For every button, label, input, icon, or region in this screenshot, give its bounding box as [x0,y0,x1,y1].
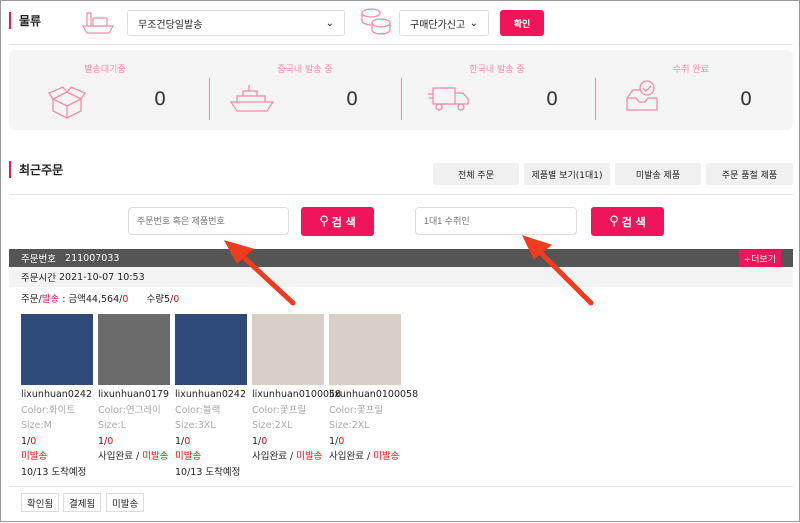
product-status: 미발송 [21,451,48,462]
product-size: Size:3XL [175,420,216,431]
order-time: 주문시간 2021-10-07 10:53 [9,267,793,287]
tab-by-product[interactable]: 제품별 보기(1대1) [524,163,610,185]
coins-icon [361,8,391,35]
product-arrival: 10/13 도착예정 [21,466,87,478]
product-item[interactable]: lixunhuan0100058 Color:꽃프릴 Size:2XL 1/0 … [252,314,342,465]
product-image[interactable] [252,314,324,385]
product-qty: 1/0 [175,435,191,447]
product-size: Size:L [98,420,126,431]
cargo-ship-icon [81,12,115,34]
tab-all-orders[interactable]: 전체 주문 [433,163,519,185]
search-icon: ⚲ [609,214,619,229]
product-color: Color:꽃프릴 [329,404,384,416]
product-image[interactable] [98,314,170,385]
open-box-icon [48,86,86,119]
recipient-search-button[interactable]: ⚲ 검 색 [591,207,664,236]
product-qty: 1/0 [21,435,37,447]
product-sku: lixunhuan0100058 [329,389,419,400]
product-image[interactable] [175,314,247,385]
product-color: Color:블랙 [175,404,221,416]
stat-korea-shipping[interactable]: 한국내 발송 중 0 [401,50,593,130]
stat-waiting[interactable]: 발송대기중 0 [9,50,201,130]
product-status: 사입완료 / 미발송 [98,451,169,462]
product-status: 사입완료 / 미발송 [252,451,323,462]
product-color: Color:연그레이 [98,404,161,416]
received-tray-icon [626,80,658,111]
tag-paid: 결제됨 [63,493,102,512]
product-sku: lixunhuan0242 [175,389,247,400]
product-sku: lixunhuan0242 [21,389,93,400]
stat-china-shipping[interactable]: 중국내 발송 중 0 [209,50,401,130]
product-sku: lixunhuan0100058 [252,389,342,400]
product-item[interactable]: lixunhuan0242 Color:블랙 Size:3XL 1/0 미발송 … [175,314,252,480]
tab-unshipped[interactable]: 미발송 제품 [615,163,701,185]
product-image[interactable] [329,314,401,385]
chevron-down-icon: ⌄ [469,17,478,29]
chevron-down-icon: ⌄ [325,17,334,29]
product-qty: 1/0 [98,435,114,447]
product-qty: 1/0 [329,435,345,447]
product-status: 미발송 [175,451,202,462]
recent-orders-title: 최근주문 [9,161,63,178]
product-arrival: 10/13 도착예정 [175,466,241,478]
truck-icon [428,87,469,111]
tag-confirmed: 확인됨 [21,493,60,512]
tag-unshipped: 미발송 [106,493,145,512]
order-search-input[interactable] [128,207,289,235]
logistics-title: 물류 [9,12,41,29]
shipping-method-select[interactable]: 무조건당일발송 ⌄ [127,10,345,36]
confirm-button[interactable]: 확인 [500,10,544,36]
price-option-select[interactable]: 구매단가신고 ⌄ [399,10,489,36]
recipient-search-input[interactable] [415,207,577,235]
order-number: 211007033 [65,252,120,264]
shipping-stats: 발송대기중 0 중국내 발송 중 0 한국내 발송 중 0 수취 완료 0 [9,50,793,130]
product-image[interactable] [21,314,93,385]
product-size: Size:2XL [252,420,293,431]
product-item[interactable]: lixunhuan0179 Color:연그레이 Size:L 1/0 사입완료… [98,314,175,465]
product-qty: 1/0 [252,435,268,447]
product-color: Color:화이트 [21,404,76,416]
tab-sold-out[interactable]: 주문 품절 제품 [706,163,793,185]
product-status: 사입완료 / 미발송 [329,451,400,462]
search-icon: ⚲ [319,214,329,229]
more-button[interactable]: +더보기 [738,250,781,267]
order-summary: 주문/발송 : 금액44,564/0 수량5/0 [21,294,180,305]
product-item[interactable]: lixunhuan0100058 Color:꽃프릴 Size:2XL 1/0 … [329,314,419,465]
order-search-button[interactable]: ⚲ 검 색 [301,207,374,236]
product-item[interactable]: lixunhuan0242 Color:화이트 Size:M 1/0 미발송 1… [21,314,98,480]
ship-icon [229,85,275,112]
stat-received[interactable]: 수취 완료 0 [595,50,787,130]
product-size: Size:2XL [329,420,370,431]
product-color: Color:꽃프릴 [252,404,307,416]
product-size: Size:M [21,420,52,431]
order-header: 주문번호 211007033 +더보기 [9,249,793,267]
product-sku: lixunhuan0179 [98,389,170,400]
